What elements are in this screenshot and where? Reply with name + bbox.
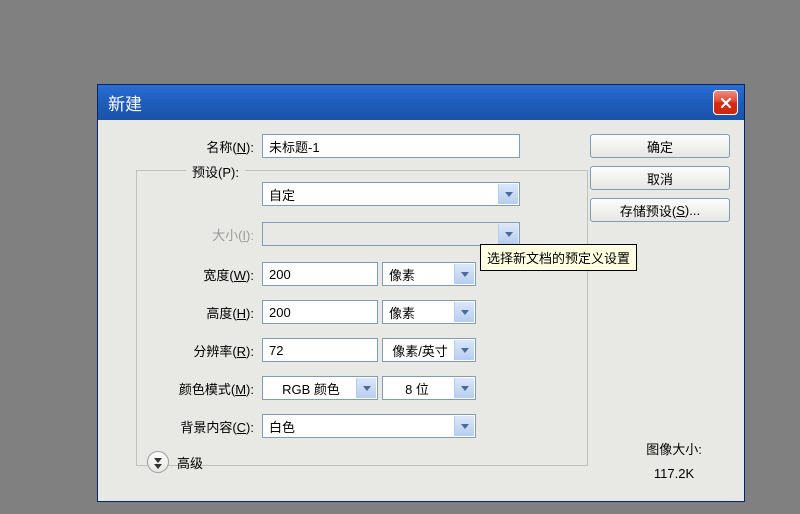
chevron-down-icon — [454, 416, 474, 436]
advanced-row: 高级 — [147, 451, 203, 473]
bitdepth-value: 8 位 — [405, 379, 429, 398]
chevron-down-icon — [454, 378, 474, 398]
colormode-label: 颜色模式(M): — [112, 379, 262, 398]
left-panel: 名称(N): 预设(P): 自定 大小(I): — [112, 134, 576, 491]
chevron-down-icon — [454, 340, 474, 360]
width-unit-value: 像素 — [389, 265, 415, 284]
image-size-value: 117.2K — [604, 462, 744, 487]
height-input[interactable] — [262, 300, 378, 324]
bitdepth-combo[interactable]: 8 位 — [382, 376, 476, 400]
chevron-down-icon — [454, 264, 474, 284]
close-icon — [720, 97, 732, 109]
close-button[interactable] — [713, 90, 738, 115]
settings-rows: 自定 大小(I): 宽度(W): — [112, 164, 576, 438]
advanced-label: 高级 — [177, 453, 203, 472]
resolution-label: 分辨率(R): — [112, 341, 262, 360]
height-unit-value: 像素 — [389, 303, 415, 322]
colormode-value: RGB 颜色 — [282, 379, 340, 398]
right-panel: 确定 取消 存储预设(S)... 图像大小: 117.2K — [590, 134, 730, 491]
preset-row: 自定 — [112, 182, 576, 206]
cancel-button[interactable]: 取消 — [590, 166, 730, 190]
colormode-row: 颜色模式(M): RGB 颜色 8 位 — [112, 376, 576, 400]
height-unit-combo[interactable]: 像素 — [382, 300, 476, 324]
advanced-expand-button[interactable] — [147, 451, 169, 473]
width-label: 宽度(W): — [112, 265, 262, 284]
bg-combo[interactable]: 白色 — [262, 414, 476, 438]
name-label: 名称(N): — [112, 137, 262, 156]
size-combo — [262, 222, 520, 246]
resolution-unit-combo[interactable]: 像素/英寸 — [382, 338, 476, 362]
image-size-info: 图像大小: 117.2K — [604, 438, 744, 487]
bg-row: 背景内容(C): 白色 — [112, 414, 576, 438]
preset-combo[interactable]: 自定 — [262, 182, 520, 206]
dialog-title: 新建 — [108, 90, 142, 115]
height-row: 高度(H): 像素 — [112, 300, 576, 324]
size-label: 大小(I): — [112, 225, 262, 244]
chevron-down-icon — [356, 378, 376, 398]
width-unit-combo[interactable]: 像素 — [382, 262, 476, 286]
chevron-down-icon — [454, 302, 474, 322]
colormode-combo[interactable]: RGB 颜色 — [262, 376, 378, 400]
width-input[interactable] — [262, 262, 378, 286]
ok-button[interactable]: 确定 — [590, 134, 730, 158]
bg-value: 白色 — [269, 417, 295, 436]
new-document-dialog: 新建 名称(N): 预设(P): 自定 — [97, 84, 745, 502]
save-preset-button[interactable]: 存储预设(S)... — [590, 198, 730, 222]
resolution-input[interactable] — [262, 338, 378, 362]
chevron-down-icon — [498, 224, 518, 244]
height-label: 高度(H): — [112, 303, 262, 322]
size-row: 大小(I): — [112, 222, 576, 246]
bg-label: 背景内容(C): — [112, 417, 262, 436]
resolution-row: 分辨率(R): 像素/英寸 — [112, 338, 576, 362]
chevron-down-icon — [498, 184, 518, 204]
name-input[interactable] — [262, 134, 520, 158]
preset-tooltip: 选择新文档的预定义设置 — [480, 244, 637, 271]
image-size-label: 图像大小: — [604, 438, 744, 463]
preset-value: 自定 — [269, 185, 295, 204]
resolution-unit-value: 像素/英寸 — [392, 341, 448, 360]
dialog-body: 名称(N): 预设(P): 自定 大小(I): — [98, 120, 744, 501]
name-row: 名称(N): — [112, 134, 576, 158]
titlebar: 新建 — [98, 85, 744, 120]
